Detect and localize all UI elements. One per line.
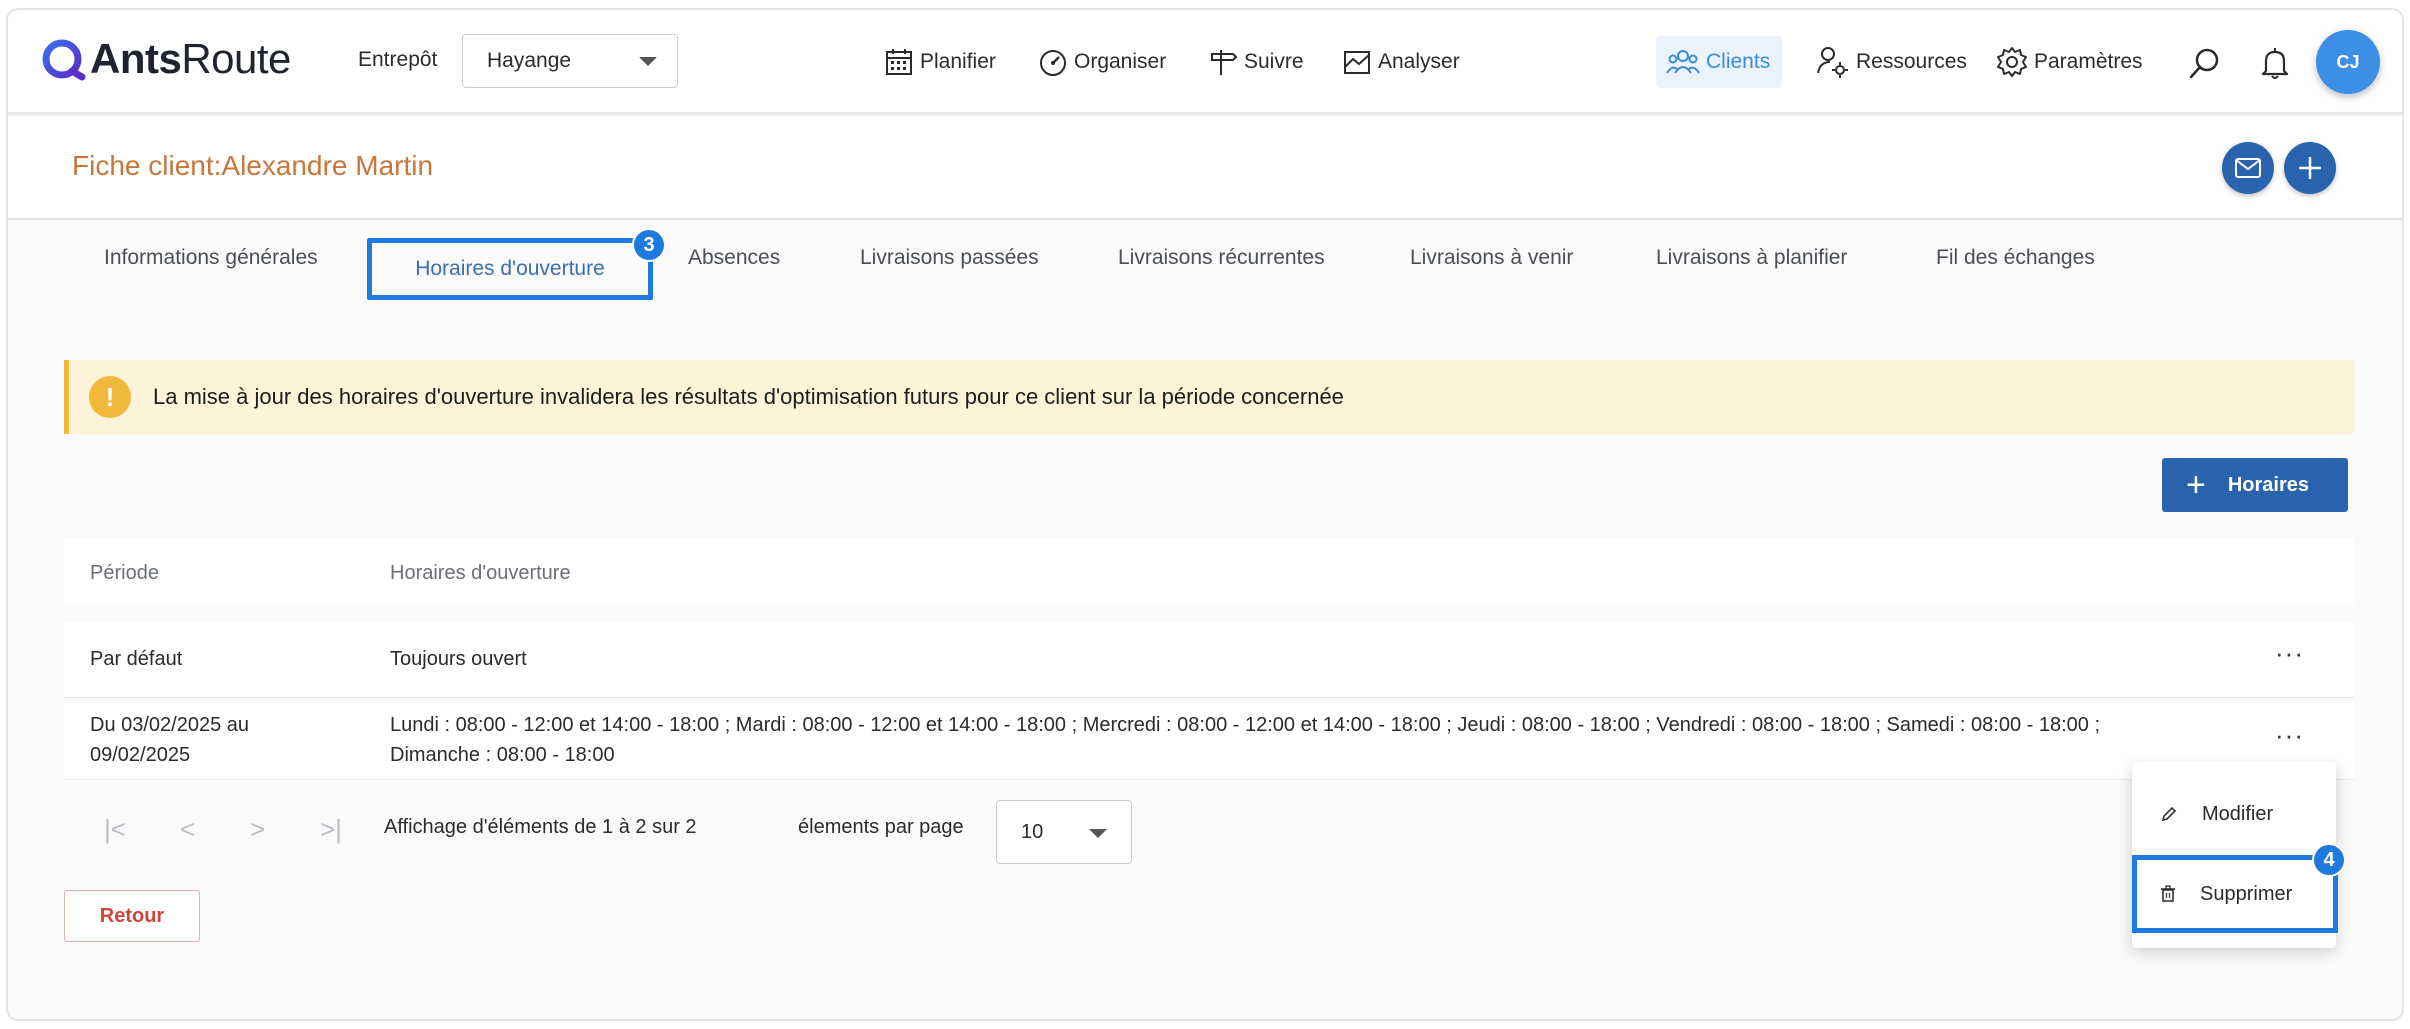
- tab-livraisons-a-venir[interactable]: Livraisons à venir: [1410, 246, 1573, 270]
- antsroute-logo[interactable]: AntsRoute: [42, 34, 291, 84]
- warehouse-select-value: Hayange: [487, 49, 572, 72]
- tab-fil-des-echanges[interactable]: Fil des échanges: [1936, 246, 2095, 270]
- warning-text: La mise à jour des horaires d'ouverture …: [153, 384, 1344, 409]
- nav-parametres[interactable]: Paramètres: [1996, 42, 2143, 82]
- table-header: Période Horaires d'ouverture: [64, 538, 2354, 604]
- gauge-icon: [1040, 50, 1066, 76]
- tab-label: Horaires d'ouverture: [415, 257, 605, 280]
- chevron-down-icon: [639, 57, 657, 66]
- step-badge-4: 4: [2312, 843, 2346, 877]
- tab-livraisons-passees[interactable]: Livraisons passées: [860, 246, 1039, 270]
- per-page-label: élements par page: [798, 816, 964, 838]
- plus-icon: +: [2186, 466, 2206, 504]
- nav-ressources[interactable]: Ressources: [1816, 42, 1967, 82]
- signpost-icon: [1211, 50, 1238, 75]
- highlight-supprimer: [2132, 855, 2338, 933]
- cell-hours: Lundi : 08:00 - 12:00 et 14:00 - 18:00 ;…: [390, 710, 2290, 770]
- per-page-select[interactable]: 10: [996, 800, 1132, 864]
- menu-item-label: Modifier: [2202, 802, 2274, 825]
- tab-horaires-ouverture[interactable]: Horaires d'ouverture: [367, 238, 653, 300]
- row-actions-button[interactable]: ···: [2275, 720, 2304, 751]
- users-icon: [1666, 50, 1700, 74]
- cell-period: Par défaut: [90, 648, 183, 670]
- row-actions-button[interactable]: ···: [2275, 638, 2304, 669]
- nav-label: Organiser: [1074, 50, 1167, 73]
- tab-informations-generales[interactable]: Informations générales: [104, 246, 318, 270]
- search-icon: [2189, 48, 2219, 79]
- cell-hours-line1: Lundi : 08:00 - 12:00 et 14:00 - 18:00 ;…: [390, 714, 2101, 736]
- cell-hours: Toujours ouvert: [390, 648, 527, 670]
- per-page-value: 10: [1021, 821, 1044, 843]
- nav-analyser[interactable]: Analyser: [1342, 42, 1460, 82]
- send-email-button[interactable]: [2222, 142, 2274, 194]
- table-row: Par défaut Toujours ouvert ···: [64, 622, 2354, 698]
- page-title: Fiche client:Alexandre Martin: [72, 150, 434, 181]
- chart-icon: [1344, 51, 1370, 74]
- tab-absences[interactable]: Absences: [688, 246, 780, 270]
- cell-period-start: Du 03/02/2025 au: [90, 714, 250, 736]
- nav-organiser[interactable]: Organiser: [1038, 42, 1166, 82]
- nav-suivre[interactable]: Suivre: [1208, 42, 1304, 82]
- tab-livraisons-recurrentes[interactable]: Livraisons récurrentes: [1118, 246, 1325, 270]
- add-horaires-button[interactable]: + Horaires: [2162, 458, 2348, 512]
- column-header-periode: Période: [90, 562, 159, 584]
- nav-label: Analyser: [1378, 50, 1460, 73]
- pagination-bar: |< < > >| Affichage d'éléments de 1 à 2 …: [64, 780, 2354, 874]
- column-header-horaires: Horaires d'ouverture: [390, 562, 571, 584]
- search-button[interactable]: [2188, 46, 2222, 85]
- gear-icon: [1997, 47, 2027, 77]
- table-row: Du 03/02/2025 au 09/02/2025 Lundi : 08:0…: [64, 700, 2354, 780]
- cell-hours-line2: Dimanche : 08:00 - 18:00: [390, 744, 615, 766]
- client-header: Fiche client:Alexandre Martin: [8, 116, 2402, 220]
- nav-label: Paramètres: [2034, 50, 2143, 73]
- app-window: AntsRoute Entrepôt Hayange Planifier Org…: [6, 8, 2404, 1021]
- logo-text-bold: Ants: [90, 35, 182, 82]
- warehouse-select[interactable]: Hayange: [462, 34, 678, 88]
- logo-icon: [42, 37, 86, 81]
- add-horaires-label: Horaires: [2227, 473, 2310, 496]
- next-page-icon[interactable]: >: [250, 814, 265, 845]
- user-avatar[interactable]: CJ: [2316, 30, 2380, 94]
- warning-banner: ! La mise à jour des horaires d'ouvertur…: [64, 360, 2354, 434]
- nav-label: Suivre: [1244, 50, 1304, 73]
- prev-page-icon[interactable]: <: [180, 814, 195, 845]
- cell-period-end: 09/02/2025: [90, 744, 191, 766]
- pagination-summary: Affichage d'éléments de 1 à 2 sur 2: [384, 816, 697, 838]
- nav-clients[interactable]: Clients: [1656, 36, 1783, 88]
- tab-livraisons-a-planifier[interactable]: Livraisons à planifier: [1656, 246, 1847, 270]
- step-badge-3: 3: [632, 228, 666, 262]
- nav-label: Planifier: [920, 50, 996, 73]
- user-gear-icon: [1817, 47, 1848, 78]
- nav-planifier[interactable]: Planifier: [884, 42, 996, 82]
- menu-item-modifier[interactable]: Modifier: [2132, 784, 2336, 844]
- top-navbar: AntsRoute Entrepôt Hayange Planifier Org…: [8, 10, 2402, 114]
- last-page-icon[interactable]: >|: [320, 814, 342, 845]
- first-page-icon[interactable]: |<: [104, 814, 126, 845]
- nav-label: Ressources: [1856, 50, 1967, 73]
- plus-icon: [2299, 157, 2321, 179]
- logo-text-light: Route: [181, 35, 291, 82]
- notifications-button[interactable]: [2260, 46, 2290, 85]
- chevron-down-icon: [1089, 829, 1107, 838]
- warning-icon: !: [89, 376, 131, 418]
- bell-icon: [2261, 48, 2289, 79]
- nav-label: Clients: [1706, 50, 1771, 73]
- calendar-icon: [886, 49, 912, 75]
- back-button[interactable]: Retour: [64, 890, 200, 942]
- envelope-icon: [2235, 158, 2261, 178]
- warehouse-label: Entrepôt: [358, 48, 438, 71]
- pencil-icon: [2161, 806, 2177, 822]
- add-client-action-button[interactable]: [2284, 142, 2336, 194]
- cell-period: Du 03/02/2025 au 09/02/2025: [90, 710, 249, 770]
